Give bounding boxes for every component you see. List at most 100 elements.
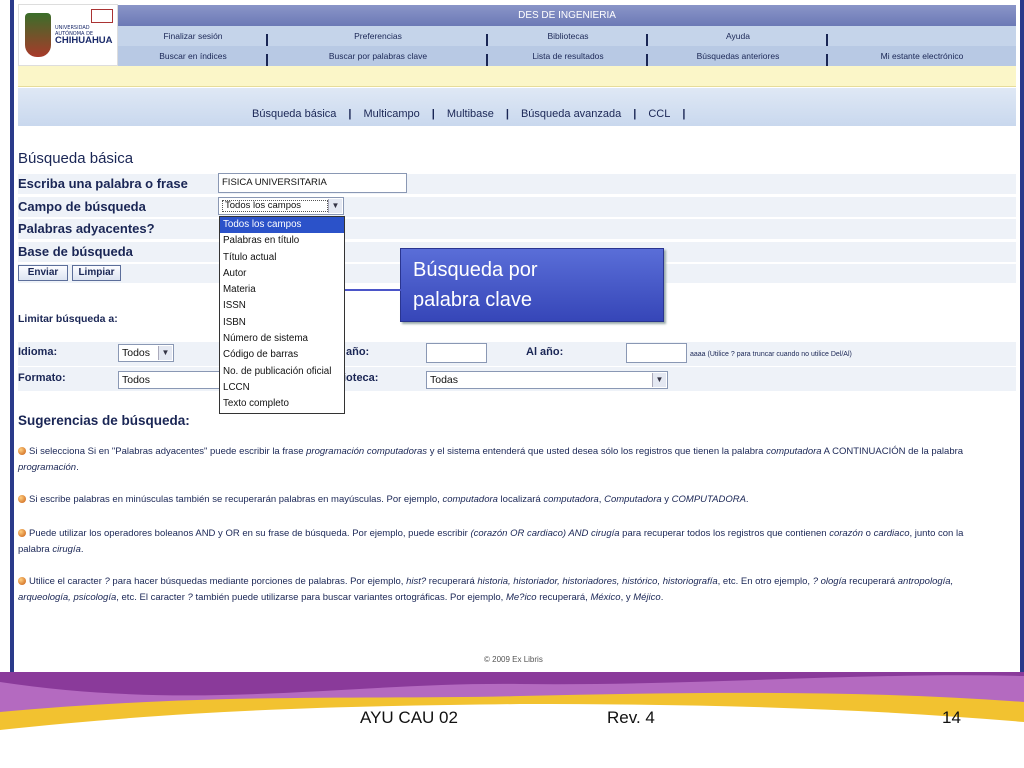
language-value: Todos: [122, 347, 151, 359]
dropdown-option[interactable]: Todos los campos: [220, 217, 344, 234]
nav-libraries[interactable]: Bibliotecas: [488, 31, 648, 46]
nav-logout[interactable]: Finalizar sesión: [118, 31, 268, 46]
chevron-down-icon[interactable]: ▼: [328, 199, 342, 213]
text: computadora: [766, 446, 822, 457]
text: programación: [18, 462, 77, 473]
footer-page-number: 14: [942, 708, 961, 727]
format-select[interactable]: Todos: [118, 371, 222, 389]
search-field-value: Todos los campos: [222, 200, 328, 212]
text: también puede utilizarse para buscar var…: [192, 592, 506, 603]
search-type-tabs: Búsqueda básica | Multicampo | Multibase | …: [240, 108, 685, 120]
university-logo[interactable]: UNIVERSIDAD AUTÓNOMA DE CHIHUAHUA: [18, 4, 118, 66]
text: localizará: [497, 494, 544, 505]
dropdown-option[interactable]: No. de publicación oficial: [220, 364, 344, 380]
clear-button[interactable]: Limpiar: [72, 265, 121, 281]
logo-text: CHIHUAHUA: [55, 35, 113, 46]
search-input[interactable]: FISICA UNIVERSITARIA: [218, 173, 407, 193]
page-title: Búsqueda básica: [18, 150, 134, 167]
text: o: [863, 528, 874, 539]
callout-line1: Búsqueda por: [413, 259, 538, 281]
text: .: [80, 544, 84, 555]
callout-box: Búsqueda por palabra clave: [400, 248, 664, 322]
dropdown-option[interactable]: ISSN: [220, 298, 344, 314]
text: Si selecciona Si en "Palabras adyacentes…: [29, 446, 307, 457]
text: A CONTINUACIÓN de la palabra: [821, 446, 964, 457]
from-year-input[interactable]: [426, 343, 487, 363]
dropdown-option[interactable]: Título actual: [220, 250, 344, 266]
text: antropología,: [897, 576, 954, 587]
text: computadora: [442, 494, 498, 505]
chevron-down-icon[interactable]: ▼: [158, 346, 172, 360]
bullet-icon: [18, 447, 26, 455]
dropdown-option[interactable]: Número de sistema: [220, 331, 344, 347]
text: historia, historiador, historiadores, hi…: [477, 576, 718, 587]
slide-footer-wave: [0, 672, 1024, 768]
tab-basic-search[interactable]: Búsqueda básica: [240, 108, 348, 120]
dropdown-option[interactable]: ISBN: [220, 315, 344, 331]
tab-ccl[interactable]: CCL: [636, 108, 682, 120]
bullet-icon: [18, 577, 26, 585]
nav-previous-searches[interactable]: Búsquedas anteriores: [648, 51, 828, 66]
search-field-select[interactable]: Todos los campos ▼: [218, 197, 344, 215]
suggestions-title: Sugerencias de búsqueda:: [18, 413, 190, 428]
text: .: [745, 494, 749, 505]
form-row-adjacent: Palabras adyacentes?: [18, 219, 1016, 240]
text: arqueología, psicología: [18, 592, 117, 603]
text: Computadora: [604, 494, 662, 505]
text: , y: [620, 592, 634, 603]
library-select[interactable]: Todas ▼: [426, 371, 668, 389]
bullet-icon: [18, 529, 26, 537]
nav-browse-index[interactable]: Buscar en índices: [118, 51, 268, 66]
text: programación computadoras: [306, 446, 428, 457]
text: Si escribe palabras en minúsculas tambié…: [29, 494, 443, 505]
language-select[interactable]: Todos ▼: [118, 344, 174, 362]
dropdown-option[interactable]: LCCN: [220, 380, 344, 396]
dropdown-option[interactable]: Materia: [220, 282, 344, 298]
text: , etc. El caracter: [116, 592, 188, 603]
top-nav-row: Finalizar sesión Preferencias Biblioteca…: [118, 26, 1016, 46]
text: cirugía: [52, 544, 81, 555]
dropdown-option[interactable]: Código de barras: [220, 347, 344, 363]
text: ? ología: [812, 576, 847, 587]
text: hist?: [406, 576, 427, 587]
library-value: Todas: [430, 374, 459, 386]
submit-button[interactable]: Enviar: [18, 265, 68, 281]
field-label: Campo de búsqueda: [18, 199, 146, 214]
suggestion-3: Puede utilizar los operadores boleanos A…: [18, 526, 1008, 558]
text: Me?ico: [505, 592, 537, 603]
dropdown-option[interactable]: Texto completo: [220, 396, 344, 412]
text: Puede utilizar los operadores boleanos A…: [29, 528, 471, 539]
tab-advanced-search[interactable]: Búsqueda avanzada: [509, 108, 633, 120]
text: para hacer búsquedas mediante porciones …: [109, 576, 407, 587]
footer-revision: Rev. 4: [607, 708, 655, 727]
copyright: © 2009 Ex Libris: [484, 655, 543, 664]
text: para recuperar todos los registros que c…: [619, 528, 830, 539]
suggestion-4: Utilice el caracter ? para hacer búsqued…: [18, 574, 1008, 606]
chevron-down-icon[interactable]: ▼: [652, 373, 666, 387]
text: .: [76, 462, 79, 473]
text: y el sistema entenderá que usted desea s…: [427, 446, 767, 457]
search-field-dropdown[interactable]: Todos los campos Palabras en título Títu…: [219, 216, 345, 414]
nav-preferences[interactable]: Preferencias: [268, 31, 488, 46]
library-label: ioteca:: [343, 372, 379, 384]
text: cardiaco: [873, 528, 910, 539]
nav-results-list[interactable]: Lista de resultados: [488, 51, 648, 66]
page-header-title: DES DE INGENIERIA: [118, 5, 1016, 26]
adjacent-label: Palabras adyacentes?: [18, 221, 155, 236]
word-label: Escriba una palabra o frase: [18, 176, 188, 191]
text: Méjico: [633, 592, 661, 603]
to-year-label: Al año:: [526, 346, 564, 358]
dropdown-option[interactable]: Autor: [220, 266, 344, 282]
format-label: Formato:: [18, 372, 66, 384]
to-year-input[interactable]: [626, 343, 687, 363]
text: recuperará: [846, 576, 898, 587]
tab-multibase[interactable]: Multibase: [435, 108, 506, 120]
nav-keyword-search[interactable]: Buscar por palabras clave: [268, 51, 488, 66]
tab-multifield[interactable]: Multicampo: [351, 108, 431, 120]
nav-help[interactable]: Ayuda: [648, 31, 828, 46]
text: palabra: [18, 544, 53, 555]
nav-my-shelf[interactable]: Mi estante electrónico: [828, 51, 1016, 61]
dropdown-option[interactable]: Palabras en título: [220, 233, 344, 249]
format-value: Todos: [122, 374, 151, 386]
base-label: Base de búsqueda: [18, 244, 133, 259]
